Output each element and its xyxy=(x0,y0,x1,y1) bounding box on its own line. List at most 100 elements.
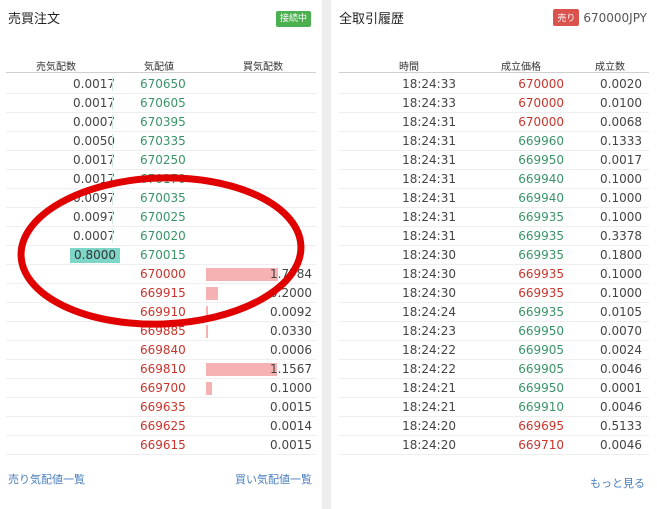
trade-size: 0.1000 xyxy=(600,286,642,300)
bid-price: 669615 xyxy=(140,438,186,452)
trade-row: 18:24:31 669940 0.1000 xyxy=(339,170,649,189)
trade-time: 18:24:22 xyxy=(402,362,456,376)
bid-row[interactable]: 669700 0.1000 xyxy=(6,379,316,398)
orderbook-header: 売気配数 気配値 買気配数 xyxy=(6,58,316,73)
buy-quotes-link[interactable]: 買い気配値一覧 xyxy=(235,471,312,487)
more-trades-link[interactable]: もっと見る xyxy=(590,475,645,491)
ask-row[interactable]: 0.0017 670170 xyxy=(6,170,316,189)
trade-time: 18:24:31 xyxy=(402,210,456,224)
trade-time: 18:24:21 xyxy=(402,400,456,414)
bid-volume-bar xyxy=(206,268,278,281)
ask-row[interactable]: 0.0017 670650 xyxy=(6,75,316,94)
bid-row[interactable]: 669885 0.0330 xyxy=(6,322,316,341)
trade-price: 669950 xyxy=(518,381,564,395)
bid-price: 669635 xyxy=(140,400,186,414)
ask-row[interactable]: 0.0017 670250 xyxy=(6,151,316,170)
bid-row[interactable]: 669635 0.0015 xyxy=(6,398,316,417)
trade-price: 669950 xyxy=(518,153,564,167)
trade-row: 18:24:20 669710 0.0046 xyxy=(339,436,649,455)
bid-row[interactable]: 669810 1.1567 xyxy=(6,360,316,379)
bid-volume-bar xyxy=(206,363,278,376)
bid-row[interactable]: 670000 1.7784 xyxy=(6,265,316,284)
ask-size: 0.0097 xyxy=(73,210,115,224)
bid-size: 1.7784 xyxy=(270,267,312,281)
bid-row[interactable]: 669915 0.2000 xyxy=(6,284,316,303)
last-trade-summary: 売り 670000JPY xyxy=(553,9,647,26)
trade-size: 0.5133 xyxy=(600,419,642,433)
trade-price: 669905 xyxy=(518,362,564,376)
trade-row: 18:24:31 669940 0.1000 xyxy=(339,189,649,208)
trade-time: 18:24:31 xyxy=(402,115,456,129)
trade-price: 670000 xyxy=(518,96,564,110)
trade-price: 669940 xyxy=(518,172,564,186)
bid-size: 0.2000 xyxy=(270,286,312,300)
ask-size: 0.0017 xyxy=(73,77,115,91)
bid-row[interactable]: 669910 0.0092 xyxy=(6,303,316,322)
trade-size: 0.0068 xyxy=(600,115,642,129)
trade-price: 669950 xyxy=(518,324,564,338)
trade-price: 669935 xyxy=(518,229,564,243)
trade-time: 18:24:20 xyxy=(402,438,456,452)
trade-time: 18:24:24 xyxy=(402,305,456,319)
trade-size: 0.0046 xyxy=(600,438,642,452)
size-divider xyxy=(112,96,113,110)
bid-row[interactable]: 669840 0.0006 xyxy=(6,341,316,360)
trade-size: 0.0024 xyxy=(600,343,642,357)
sell-quotes-link[interactable]: 売り気配値一覧 xyxy=(8,471,85,487)
bid-price: 670000 xyxy=(140,267,186,281)
size-divider xyxy=(112,153,113,167)
bid-size: 0.0015 xyxy=(270,400,312,414)
bid-size: 0.0015 xyxy=(270,438,312,452)
bid-price: 669910 xyxy=(140,305,186,319)
trade-time: 18:24:22 xyxy=(402,343,456,357)
trade-row: 18:24:33 670000 0.0100 xyxy=(339,94,649,113)
trade-size: 0.0001 xyxy=(600,381,642,395)
bid-price: 669810 xyxy=(140,362,186,376)
trade-price: 669935 xyxy=(518,248,564,262)
size-divider xyxy=(112,115,113,129)
trade-price: 669935 xyxy=(518,305,564,319)
bid-row[interactable]: 669615 0.0015 xyxy=(6,436,316,455)
trade-row: 18:24:31 669935 0.1000 xyxy=(339,208,649,227)
trade-size: 0.1000 xyxy=(600,191,642,205)
bid-price: 669840 xyxy=(140,343,186,357)
bid-volume-bar xyxy=(206,306,208,319)
trade-price: 670000 xyxy=(518,115,564,129)
bid-price: 669885 xyxy=(140,324,186,338)
ask-row[interactable]: 0.0097 670035 xyxy=(6,189,316,208)
trade-time: 18:24:21 xyxy=(402,381,456,395)
bid-size: 1.1567 xyxy=(270,362,312,376)
trade-history-title: 全取引履歴 xyxy=(339,12,405,27)
trade-size: 0.0105 xyxy=(600,305,642,319)
bid-row[interactable]: 669625 0.0014 xyxy=(6,417,316,436)
ask-price: 670395 xyxy=(140,115,186,129)
bid-size: 0.0330 xyxy=(270,324,312,338)
ask-row[interactable]: 0.0007 670395 xyxy=(6,113,316,132)
trade-time: 18:24:31 xyxy=(402,172,456,186)
trade-history-header: 時間 成立価格 成立数 xyxy=(339,58,649,73)
bid-volume-bar xyxy=(206,382,212,395)
trade-size: 0.0100 xyxy=(600,96,642,110)
bid-size: 0.1000 xyxy=(270,381,312,395)
trade-price: 669935 xyxy=(518,267,564,281)
trade-price: 669935 xyxy=(518,286,564,300)
trade-size: 0.1000 xyxy=(600,210,642,224)
ask-row[interactable]: 0.0017 670605 xyxy=(6,94,316,113)
trade-price: 669910 xyxy=(518,400,564,414)
ask-row[interactable]: 0.0007 670020 xyxy=(6,227,316,246)
ask-price: 670020 xyxy=(140,229,186,243)
trade-row: 18:24:30 669935 0.1000 xyxy=(339,265,649,284)
ask-price: 670035 xyxy=(140,191,186,205)
ask-row[interactable]: 0.8000 670015 xyxy=(6,246,316,265)
trade-size: 0.3378 xyxy=(600,229,642,243)
trade-row: 18:24:22 669905 0.0024 xyxy=(339,341,649,360)
trade-time: 18:24:33 xyxy=(402,77,456,91)
trade-size: 0.0046 xyxy=(600,362,642,376)
trade-size: 0.1000 xyxy=(600,267,642,281)
trade-row: 18:24:30 669935 0.1800 xyxy=(339,246,649,265)
ask-price: 670605 xyxy=(140,96,186,110)
ask-row[interactable]: 0.0097 670025 xyxy=(6,208,316,227)
trade-price: 669940 xyxy=(518,191,564,205)
ask-row[interactable]: 0.0050 670335 xyxy=(6,132,316,151)
bid-size: 0.0092 xyxy=(270,305,312,319)
